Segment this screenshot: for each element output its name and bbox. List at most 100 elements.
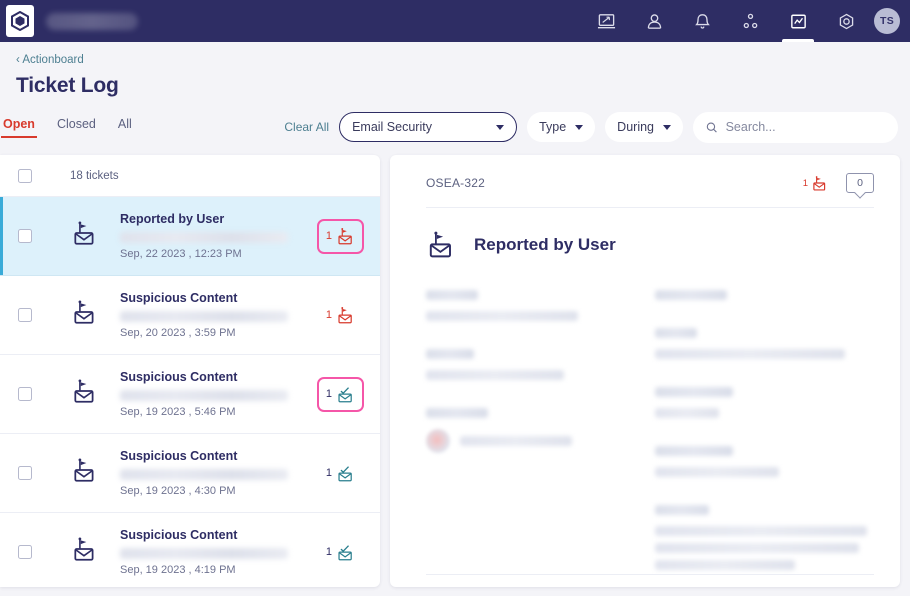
ticket-badge-count: 1 <box>325 230 332 242</box>
category-filter-value: Email Security <box>352 120 432 134</box>
ticket-subject-redacted <box>120 232 288 243</box>
ticket-checkbox[interactable] <box>18 545 32 559</box>
ticket-status-badge[interactable]: 1 <box>316 218 364 254</box>
field-value-redacted <box>426 311 578 321</box>
ticket-list-header: 18 tickets <box>0 155 380 197</box>
filter-controls: Clear All Email Security Type During <box>284 111 898 143</box>
detail-fields <box>426 290 874 587</box>
ticket-detail-panel: OSEA-322 1 0 Reported by User <box>390 155 900 587</box>
nav-bell-icon[interactable] <box>678 0 726 42</box>
reported-mail-icon <box>338 306 352 323</box>
search-input[interactable] <box>725 120 885 134</box>
field-label-redacted <box>426 408 488 418</box>
status-tabs: Open Closed All <box>0 117 132 138</box>
clear-all-button[interactable]: Clear All <box>284 120 329 134</box>
ticket-badge-count: 1 <box>325 546 332 558</box>
ticket-status-badge[interactable]: 1 <box>316 376 364 412</box>
chevron-down-icon <box>575 124 584 130</box>
reported-mail-icon <box>813 175 826 191</box>
page-header: ‹ Actionboard Ticket Log <box>0 42 910 98</box>
ticket-type-icon <box>71 457 98 489</box>
ticket-row[interactable]: Suspicious Content Sep, 19 2023 , 4:30 PM… <box>0 434 380 513</box>
ticket-row[interactable]: Suspicious Content Sep, 20 2023 , 3:59 PM… <box>0 276 380 355</box>
reported-mail-icon <box>74 537 94 561</box>
ticket-date: Sep, 19 2023 , 4:19 PM <box>120 564 236 576</box>
avatar[interactable]: TS <box>874 8 900 34</box>
reported-mail-count: 1 <box>802 177 808 189</box>
ticket-date: Sep, 19 2023 , 4:30 PM <box>120 485 236 497</box>
ticket-checkbox[interactable] <box>18 308 32 322</box>
reported-mail-icon <box>74 379 94 403</box>
ticket-date: Sep, 20 2023 , 3:59 PM <box>120 327 236 339</box>
tab-open[interactable]: Open <box>1 117 37 138</box>
detail-field-message-redacted <box>655 505 874 570</box>
search-box[interactable] <box>693 111 898 143</box>
nav-icon-group: TS <box>582 0 910 42</box>
nav-gear-icon[interactable] <box>822 0 870 42</box>
detail-header: OSEA-322 1 0 <box>426 173 874 193</box>
ticket-status-badge[interactable]: 1 <box>317 298 364 333</box>
detail-field-services-redacted <box>426 408 650 453</box>
category-filter-dropdown[interactable]: Email Security <box>339 112 518 142</box>
reported-mail-badge[interactable]: 1 <box>803 175 828 192</box>
type-filter-label: Type <box>539 120 567 134</box>
ticket-summary: Reported by User Sep, 22 2023 , 12:23 PM <box>120 212 317 260</box>
detail-divider <box>426 207 874 208</box>
nav-network-icon[interactable] <box>726 0 774 42</box>
reported-mail-icon <box>429 231 451 258</box>
nav-user-icon[interactable] <box>630 0 678 42</box>
field-value-redacted <box>655 408 719 418</box>
detail-column-left <box>426 290 650 587</box>
reported-mail-icon <box>338 227 352 244</box>
ticket-status-badge[interactable]: 1 <box>317 456 364 491</box>
ticket-subject-redacted <box>120 469 288 480</box>
during-filter-dropdown[interactable]: During <box>605 112 683 142</box>
chevron-down-icon <box>663 124 671 130</box>
service-logo-redacted <box>426 429 450 453</box>
ticket-row[interactable]: Suspicious Content Sep, 19 2023 , 5:46 PM… <box>0 355 380 434</box>
select-all-checkbox[interactable] <box>18 168 32 183</box>
detail-field-redacted <box>655 446 874 477</box>
tab-all[interactable]: All <box>118 117 132 138</box>
ticket-date: Sep, 19 2023 , 5:46 PM <box>120 406 236 418</box>
detail-title-row: Reported by User <box>426 230 874 260</box>
reported-mail-icon <box>74 300 94 324</box>
detail-bottom-divider <box>426 574 874 575</box>
ticket-checkbox[interactable] <box>18 387 32 401</box>
ticket-row[interactable]: Suspicious Content Sep, 19 2023 , 4:19 PM… <box>0 513 380 587</box>
service-row <box>426 429 650 453</box>
tab-closed[interactable]: Closed <box>57 117 96 138</box>
type-filter-dropdown[interactable]: Type <box>527 112 596 142</box>
search-icon <box>706 121 717 133</box>
ticket-summary: Suspicious Content Sep, 20 2023 , 3:59 PM <box>120 291 317 339</box>
field-value-redacted <box>655 349 845 359</box>
ticket-title: Suspicious Content <box>120 528 238 542</box>
field-label-redacted <box>426 290 478 300</box>
brand-name-redacted <box>46 12 138 30</box>
ticket-row[interactable]: Reported by User Sep, 22 2023 , 12:23 PM 1 <box>0 197 380 276</box>
field-label-redacted <box>426 349 474 359</box>
ticket-checkbox[interactable] <box>18 229 32 243</box>
resolved-mail-icon <box>338 465 352 481</box>
detail-field-redacted <box>655 387 874 418</box>
nav-dashboard-icon[interactable] <box>582 0 630 42</box>
ticket-title: Reported by User <box>120 212 225 226</box>
ticket-subject-redacted <box>120 311 288 322</box>
detail-field-redacted <box>426 290 650 321</box>
ticket-rows: Reported by User Sep, 22 2023 , 12:23 PM 1… <box>0 197 380 587</box>
detail-column-right <box>650 290 874 587</box>
breadcrumb[interactable]: ‹ Actionboard <box>16 54 910 66</box>
ticket-status-badge[interactable]: 1 <box>317 535 364 570</box>
ticket-checkbox[interactable] <box>18 466 32 480</box>
detail-field-redacted <box>655 328 874 359</box>
field-label-redacted <box>655 505 709 515</box>
ticket-summary: Suspicious Content Sep, 19 2023 , 4:30 PM <box>120 449 317 497</box>
hexagon-logo[interactable] <box>6 5 34 37</box>
nav-actionboard-icon[interactable] <box>774 0 822 42</box>
app-root: TS ‹ Actionboard Ticket Log Open Closed … <box>0 0 910 596</box>
detail-heading-text: Reported by User <box>474 235 616 254</box>
ticket-title: Suspicious Content <box>120 370 238 384</box>
comment-count-chip[interactable]: 0 <box>846 173 874 193</box>
ticket-type-icon <box>71 536 98 568</box>
ticket-subject-redacted <box>120 548 288 559</box>
